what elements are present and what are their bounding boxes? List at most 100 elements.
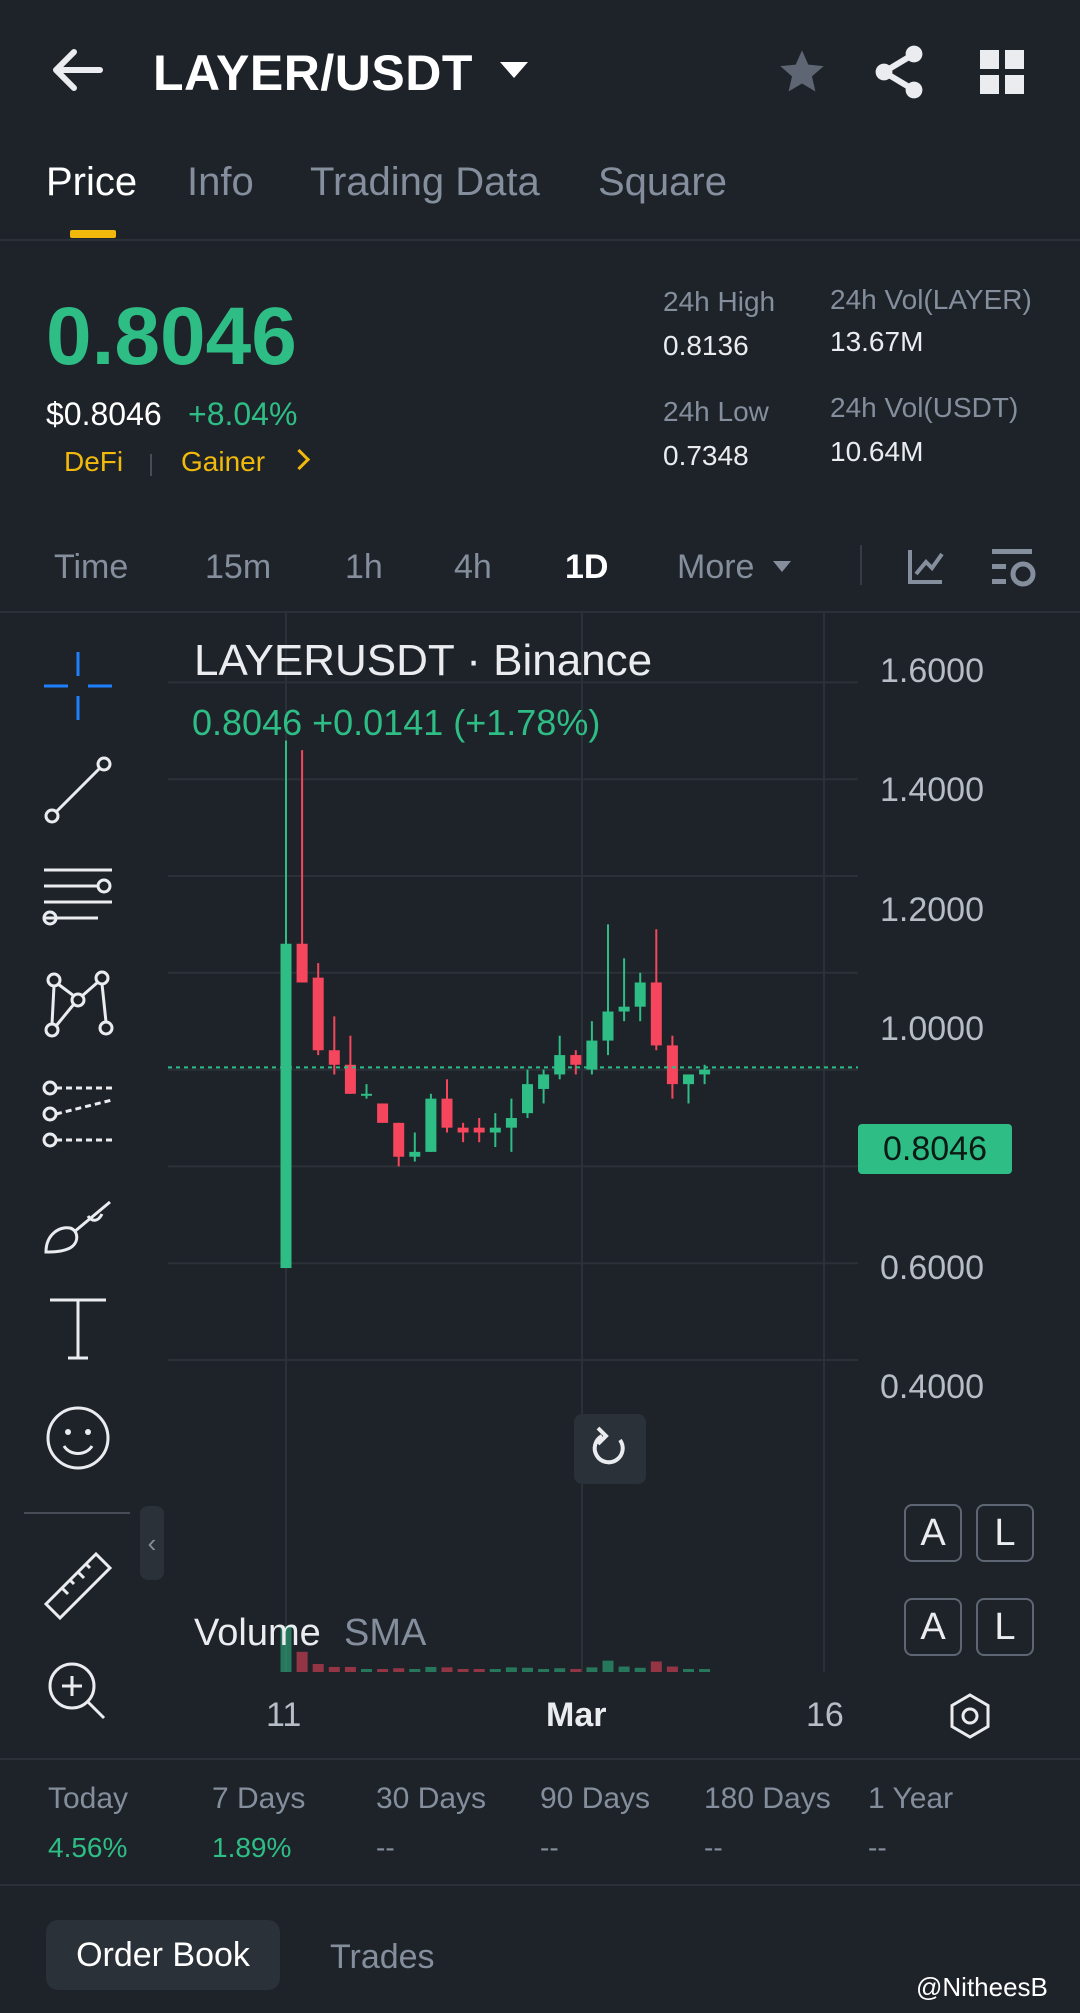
- tab-trades[interactable]: Trades: [330, 1938, 435, 1977]
- volume-bar: [586, 1667, 598, 1672]
- x-axis-tick: 11: [266, 1696, 302, 1734]
- perf-7d-value: 1.89%: [212, 1832, 292, 1863]
- tag-gainer[interactable]: Gainer: [181, 446, 265, 478]
- ruler-icon[interactable]: [40, 1548, 116, 1624]
- pair-dropdown-caret-icon[interactable]: [500, 62, 528, 78]
- y-axis-tick: 0.4000: [880, 1368, 984, 1406]
- volume-bar: [650, 1661, 662, 1672]
- y-axis-tick: 1.6000: [880, 652, 984, 690]
- fib-tool-icon[interactable]: [40, 1076, 116, 1152]
- divider: [0, 1884, 1080, 1886]
- timeframe-4h[interactable]: 4h: [454, 548, 492, 587]
- volume-bar: [361, 1669, 372, 1672]
- candle-body: [489, 1127, 501, 1133]
- tab-trading-data[interactable]: Trading Data: [310, 160, 540, 205]
- indicators-icon[interactable]: [906, 546, 946, 586]
- candle-body: [344, 1064, 356, 1094]
- candle-body: [328, 1050, 340, 1065]
- favorite-star-icon[interactable]: [776, 46, 828, 98]
- chevron-right-icon[interactable]: [288, 448, 311, 471]
- tab-order-book[interactable]: Order Book: [46, 1920, 280, 1990]
- timeframe-15m[interactable]: 15m: [205, 548, 271, 587]
- candle-body: [425, 1098, 437, 1152]
- volume-bar: [425, 1666, 437, 1672]
- volume-bar: [409, 1669, 421, 1672]
- volume-bar: [522, 1667, 533, 1672]
- toolbar-divider: [24, 1512, 130, 1514]
- tab-info[interactable]: Info: [187, 160, 254, 205]
- y-axis-tick: 1.2000: [880, 891, 984, 929]
- volume-bar: [457, 1669, 469, 1672]
- active-tab-indicator: [70, 230, 116, 238]
- candle-body: [618, 1006, 630, 1012]
- chart-settings-icon[interactable]: [990, 545, 1038, 589]
- stat-24h-low-value: 0.7348: [663, 440, 749, 471]
- perf-90d-value: --: [540, 1832, 559, 1863]
- perf-today-label: Today: [48, 1782, 129, 1815]
- divider: [0, 239, 1080, 241]
- candle-body: [409, 1151, 421, 1157]
- candle-body: [683, 1074, 694, 1085]
- zoom-in-icon[interactable]: [40, 1654, 116, 1730]
- candle-body: [650, 982, 662, 1046]
- tag-defi[interactable]: DeFi: [64, 446, 123, 478]
- stat-24h-vol-base-value: 13.67M: [830, 326, 924, 357]
- perf-30d-label: 30 Days: [376, 1782, 487, 1815]
- chart-title: LAYERUSDT · Binance: [194, 636, 653, 685]
- volume-bar: [699, 1669, 711, 1672]
- timeframe-1h[interactable]: 1h: [345, 548, 383, 587]
- crosshair-icon[interactable]: [40, 648, 116, 724]
- stat-24h-high-value: 0.8136: [663, 330, 749, 361]
- collapse-toolbar-button[interactable]: ‹: [140, 1506, 164, 1580]
- y-axis-tick: 1.0000: [880, 1010, 984, 1048]
- auto-scale-button[interactable]: A: [904, 1598, 962, 1656]
- brush-icon[interactable]: [40, 1186, 116, 1262]
- tab-price[interactable]: Price: [46, 160, 137, 205]
- more-caret-icon[interactable]: [773, 561, 791, 572]
- volume-bar: [377, 1669, 389, 1672]
- volume-bar: [312, 1664, 324, 1672]
- horizontal-lines-icon[interactable]: [40, 860, 116, 936]
- timeframe-more[interactable]: More: [677, 548, 754, 587]
- share-icon[interactable]: [872, 44, 928, 100]
- candle-body: [666, 1045, 678, 1085]
- stat-24h-vol-base-label: 24h Vol(LAYER): [830, 284, 1032, 315]
- volume-bar: [538, 1669, 550, 1672]
- volume-bar: [570, 1669, 582, 1672]
- candle-body: [312, 977, 324, 1051]
- trend-line-icon[interactable]: [40, 752, 116, 828]
- x-axis-tick: Mar: [546, 1696, 607, 1734]
- back-arrow-icon[interactable]: [48, 40, 108, 100]
- volume-bar: [344, 1666, 356, 1672]
- gear-icon[interactable]: [946, 1692, 994, 1740]
- emoji-icon[interactable]: [40, 1400, 116, 1476]
- tag-separator: [150, 454, 152, 476]
- timeframe-time[interactable]: Time: [54, 548, 128, 587]
- reset-chart-icon[interactable]: [574, 1414, 646, 1484]
- candle-body: [457, 1127, 469, 1133]
- tab-square[interactable]: Square: [598, 160, 727, 205]
- x-axis-tick: 16: [806, 1696, 844, 1734]
- volume-sma-label: SMA: [344, 1612, 427, 1654]
- auto-scale-button[interactable]: A: [904, 1504, 962, 1562]
- log-scale-button[interactable]: L: [976, 1598, 1034, 1656]
- divider: [860, 545, 862, 585]
- y-axis-tick: 0.6000: [880, 1249, 984, 1287]
- divider: [0, 1758, 1080, 1760]
- candle-body: [634, 982, 646, 1007]
- timeframe-1d[interactable]: 1D: [565, 548, 608, 587]
- text-tool-icon[interactable]: [40, 1290, 116, 1366]
- volume-label: Volume: [194, 1612, 321, 1654]
- layout-grid-icon[interactable]: [980, 50, 1024, 94]
- candle-body: [361, 1093, 372, 1096]
- candle-body: [522, 1084, 533, 1114]
- pattern-tool-icon[interactable]: [40, 966, 116, 1042]
- perf-90d-label: 90 Days: [540, 1782, 651, 1815]
- volume-bar: [634, 1667, 646, 1672]
- perf-today-value: 4.56%: [48, 1832, 128, 1863]
- pair-selector[interactable]: LAYER/USDT: [153, 44, 473, 102]
- volume-bar: [602, 1660, 614, 1672]
- log-scale-button[interactable]: L: [976, 1504, 1034, 1562]
- volume-bar: [441, 1667, 453, 1672]
- volume-bar: [328, 1666, 340, 1672]
